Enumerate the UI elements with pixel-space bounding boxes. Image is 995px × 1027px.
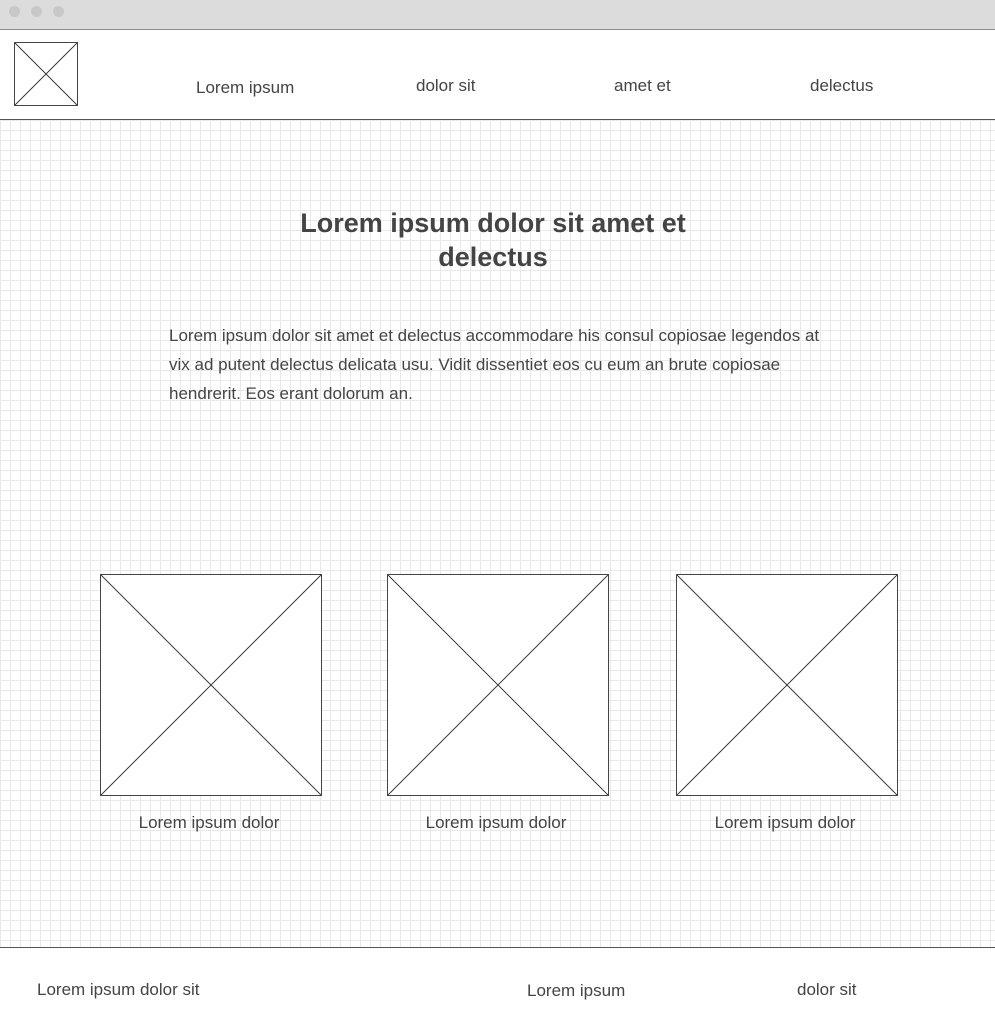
footer: Lorem ipsum dolor sit Lorem ipsum dolor …: [0, 948, 995, 1027]
card-1-image-placeholder-icon[interactable]: [100, 574, 322, 796]
header-navbar: Lorem ipsum dolor sit amet et delectus: [0, 30, 995, 120]
image-placeholder-icon[interactable]: [14, 42, 78, 106]
card-2-image-placeholder-icon[interactable]: [387, 574, 609, 796]
card-1-caption: Lorem ipsum dolor: [138, 813, 280, 832]
page-title: Lorem ipsum dolor sit amet et delectus: [300, 208, 686, 272]
footer-link-3[interactable]: dolor sit: [797, 980, 857, 1000]
main-content: Lorem ipsum dolor sit amet et delectus L…: [0, 120, 995, 948]
nav-link-3[interactable]: amet et: [614, 76, 671, 96]
nav-link-2[interactable]: dolor sit: [416, 76, 476, 96]
window-titlebar: [0, 0, 995, 30]
footer-link-2[interactable]: Lorem ipsum: [527, 981, 625, 1001]
card-3-image-placeholder-icon[interactable]: [676, 574, 898, 796]
maximize-dot[interactable]: [53, 6, 64, 17]
card-2-caption: Lorem ipsum dolor: [425, 813, 567, 832]
intro-paragraph: Lorem ipsum dolor sit amet et delectus a…: [169, 326, 820, 403]
nav-link-1[interactable]: Lorem ipsum: [196, 78, 294, 98]
close-dot[interactable]: [9, 6, 20, 17]
nav-link-4[interactable]: delectus: [810, 76, 873, 96]
card-3-caption: Lorem ipsum dolor: [714, 813, 856, 832]
footer-link-1[interactable]: Lorem ipsum dolor sit: [37, 980, 200, 1000]
minimize-dot[interactable]: [31, 6, 42, 17]
